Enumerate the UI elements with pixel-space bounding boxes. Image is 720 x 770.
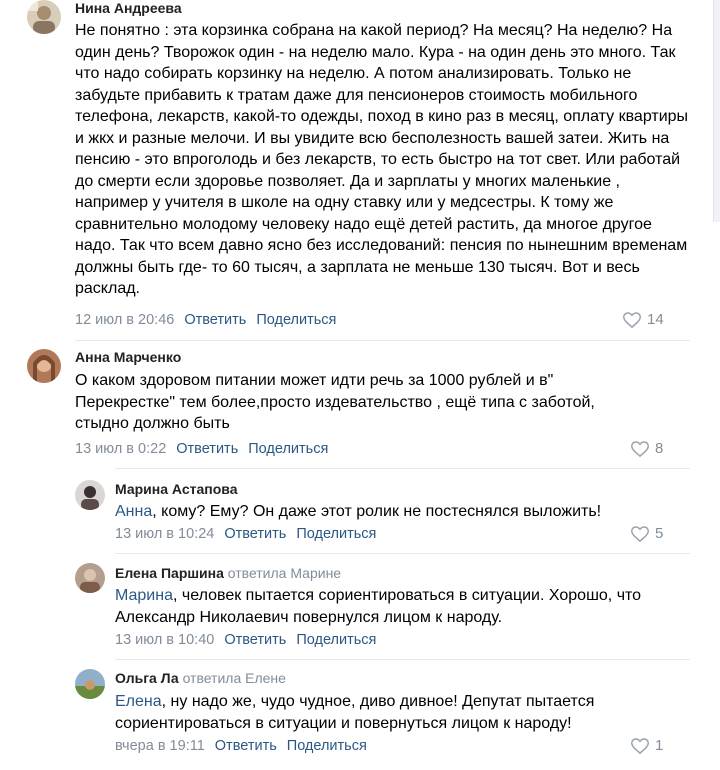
comment-date[interactable]: 13 июл в 10:40	[115, 632, 214, 648]
like-button[interactable]: 8	[631, 440, 663, 457]
reply-button[interactable]: Ответить	[224, 632, 286, 648]
comment-meta: 13 июл в 0:22 Ответить Поделиться	[75, 441, 328, 457]
comment-date[interactable]: 13 июл в 10:24	[115, 526, 214, 542]
avatar-image	[75, 669, 105, 699]
like-count: 14	[647, 311, 664, 328]
mention-link[interactable]: Анна	[115, 503, 152, 520]
comment-text: Анна, кому? Ему? Он даже этот ролик не п…	[115, 503, 602, 520]
avatar-image	[75, 480, 105, 510]
avatar-image	[27, 0, 61, 34]
comment-author[interactable]: Анна Марченко	[75, 349, 181, 365]
comment-meta: 13 июл в 10:40 Ответить Поделиться	[115, 632, 376, 648]
share-button[interactable]: Поделиться	[296, 526, 376, 542]
comment-date[interactable]: 12 июл в 20:46	[75, 312, 174, 328]
page-scrollbar[interactable]	[713, 0, 720, 222]
share-button[interactable]: Поделиться	[248, 441, 328, 457]
comment-date[interactable]: вчера в 19:11	[115, 738, 205, 754]
avatar-image	[75, 563, 105, 593]
replied-to[interactable]: ответила Елене	[183, 670, 286, 686]
comment-meta: 13 июл в 10:24 Ответить Поделиться	[115, 526, 376, 542]
mention-link[interactable]: Елена	[115, 693, 162, 710]
reply-button[interactable]: Ответить	[224, 526, 286, 542]
avatar[interactable]	[27, 0, 61, 34]
comment-author[interactable]: Нина Андреева	[75, 0, 182, 16]
replied-to[interactable]: ответила Марине	[228, 565, 341, 581]
share-button[interactable]: Поделиться	[287, 738, 367, 754]
divider	[115, 659, 690, 660]
comment-text: О каком здоровом питании может идти речь…	[75, 372, 595, 432]
like-button[interactable]: 1	[631, 737, 663, 754]
like-button[interactable]: 5	[631, 525, 663, 542]
like-count: 8	[655, 440, 664, 457]
divider	[115, 553, 690, 554]
like-count: 1	[655, 737, 664, 754]
heart-outline-icon	[631, 525, 649, 542]
heart-outline-icon	[631, 737, 649, 754]
avatar[interactable]	[75, 669, 105, 699]
comment-text: Елена, ну надо же, чудо чудное, диво див…	[115, 693, 595, 732]
share-button[interactable]: Поделиться	[296, 632, 376, 648]
heart-outline-icon	[631, 440, 649, 457]
heart-outline-icon	[623, 311, 641, 328]
divider	[75, 340, 690, 341]
like-count: 5	[655, 525, 664, 542]
divider	[115, 468, 690, 469]
like-button[interactable]: 14	[623, 311, 664, 328]
comment-text: Не понятно : эта корзинка собрана на как…	[75, 22, 689, 297]
avatar[interactable]	[75, 563, 105, 593]
comment-text: Марина, человек пытается сориентироватьс…	[115, 587, 642, 626]
comment-author[interactable]: Ольга Ла ответила Елене	[115, 670, 286, 686]
mention-link[interactable]: Марина	[115, 587, 173, 604]
reply-button[interactable]: Ответить	[176, 441, 238, 457]
avatar-image	[27, 349, 61, 383]
comment-date[interactable]: 13 июл в 0:22	[75, 441, 166, 457]
share-button[interactable]: Поделиться	[256, 312, 336, 328]
comment-author[interactable]: Елена Паршина ответила Марине	[115, 565, 341, 581]
comment-author[interactable]: Марина Астапова	[115, 481, 237, 497]
reply-button[interactable]: Ответить	[215, 738, 277, 754]
avatar[interactable]	[27, 349, 61, 383]
comment-meta: 12 июл в 20:46 Ответить Поделиться	[75, 312, 336, 328]
comment-meta: вчера в 19:11 Ответить Поделиться	[115, 738, 367, 754]
avatar[interactable]	[75, 480, 105, 510]
reply-button[interactable]: Ответить	[184, 312, 246, 328]
